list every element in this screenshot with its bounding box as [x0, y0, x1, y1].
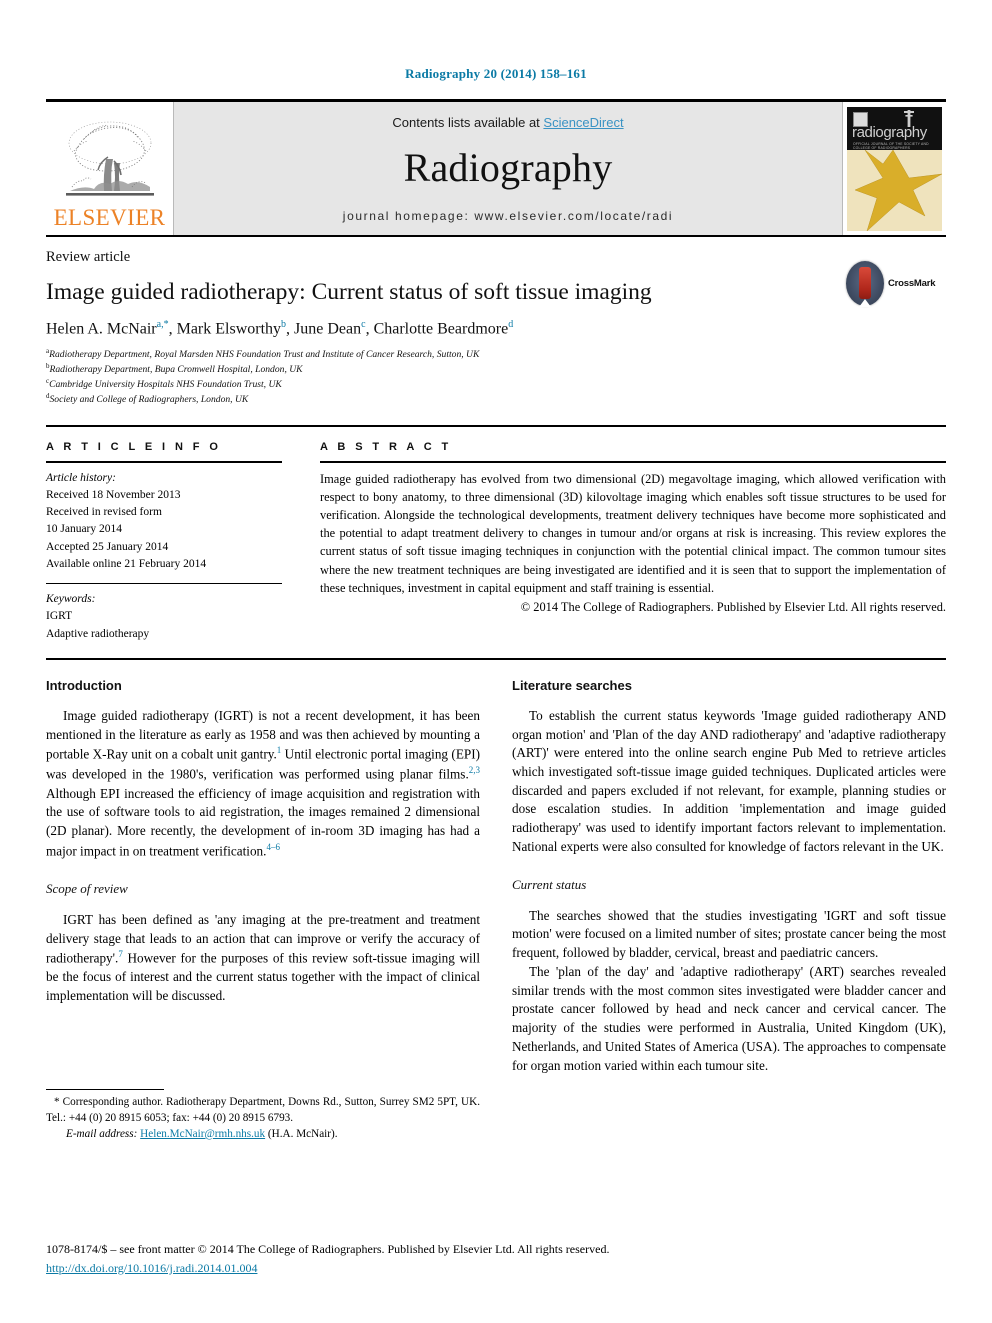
section-heading-scope-of-review: Scope of review [46, 880, 128, 896]
article-history-item: 10 January 2014 [46, 523, 123, 536]
article-history-item: Available online 21 February 2014 [46, 557, 207, 570]
section-heading-introduction: Introduction [46, 677, 122, 693]
affiliation-text: Society and College of Radiographers, Lo… [49, 393, 249, 405]
affiliation-text: Cambridge University Hospitals NHS Found… [49, 379, 282, 391]
divider [46, 460, 282, 463]
author-list: Helen A. McNaira,*, Mark Elsworthyb, Jun… [46, 319, 514, 338]
affiliation-item: cCambridge University Hospitals NHS Foun… [46, 377, 946, 392]
journal-title: Radiography [403, 144, 613, 190]
abstract-body: Image guided radiotherapy has evolved fr… [320, 471, 946, 595]
footnote-email-line: E-mail address: Helen.McNair@rmh.nhs.uk … [46, 1127, 480, 1143]
affiliation-text: Radiotherapy Department, Royal Marsden N… [49, 349, 480, 361]
journal-masthead: ELSEVIER Contents lists available at Sci… [46, 99, 946, 235]
body-column-right: Literature searches To establish the cur… [512, 678, 946, 1143]
paragraph: The 'plan of the day' and 'adaptive radi… [512, 963, 946, 1073]
crossmark-badge-group[interactable]: CrossMark [846, 259, 946, 307]
section-heading-current-status: Current status [512, 876, 587, 892]
paragraph: To establish the current status keywords… [512, 707, 946, 854]
article-info-column: A R T I C L E I N F O Article history: R… [46, 441, 282, 643]
journal-article-page: Radiography 20 (2014) 158–161 ELSEVIER C… [0, 0, 992, 1323]
paragraph-text: Although EPI increased the efficiency of… [46, 785, 480, 859]
footnote-corresponding-author: * Corresponding author. Radiotherapy Dep… [46, 1096, 480, 1124]
abstract-heading: A B S T R A C T [320, 440, 452, 453]
crossmark-inner-shape [859, 267, 871, 299]
author-name: Helen A. McNair [46, 320, 157, 338]
affiliation-item: bRadiotherapy Department, Bupa Cromwell … [46, 362, 946, 377]
author-name: June Dean [294, 320, 362, 338]
article-history-item: Received 18 November 2013 [46, 488, 181, 501]
article-body: Introduction Image guided radiotherapy (… [46, 657, 946, 1143]
contents-available-line: Contents lists available at ScienceDirec… [392, 115, 623, 130]
crossmark-icon [846, 260, 884, 306]
abstract-column: A B S T R A C T Image guided radiotherap… [320, 441, 946, 643]
corresponding-author-footnote: * Corresponding author. Radiotherapy Dep… [46, 1089, 480, 1143]
author-mark[interactable]: d [508, 319, 513, 330]
affiliation-item: dSociety and College of Radiographers, L… [46, 392, 946, 407]
body-column-left: Introduction Image guided radiotherapy (… [46, 678, 480, 1143]
paragraph: IGRT has been defined as 'any imaging at… [46, 911, 480, 1006]
running-head: Radiography 20 (2014) 158–161 [405, 66, 587, 81]
doi-link[interactable]: http://dx.doi.org/10.1016/j.radi.2014.01… [46, 1261, 257, 1275]
divider [46, 583, 282, 585]
author-mark[interactable]: c [361, 319, 365, 330]
author-mark[interactable]: a,* [157, 319, 169, 330]
page-footer: 1078-8174/$ – see front matter © 2014 Th… [46, 1241, 946, 1277]
section-heading-literature-searches: Literature searches [512, 677, 632, 693]
article-history-label: Article history: [46, 471, 116, 484]
author-name: Charlotte Beardmore [373, 320, 509, 338]
footnote-email-label: E-mail address: [66, 1127, 138, 1140]
elsevier-logo: ELSEVIER [46, 102, 174, 235]
contents-prefix: Contents lists available at [392, 114, 544, 130]
divider [320, 460, 946, 463]
author-mark[interactable]: b [281, 319, 286, 330]
affiliation-text: Radiotherapy Department, Bupa Cromwell H… [49, 364, 303, 376]
paragraph: Image guided radiotherapy (IGRT) is not … [46, 707, 480, 861]
keyword-item: Adaptive radiotherapy [46, 627, 150, 640]
page-title: Image guided radiotherapy: Current statu… [46, 279, 652, 305]
cover-title: radiography [852, 123, 927, 141]
keywords-label: Keywords: [46, 593, 96, 606]
article-header: CrossMark Review article Image guided ra… [46, 235, 946, 407]
journal-band: Contents lists available at ScienceDirec… [174, 102, 842, 235]
elsevier-tree-icon [65, 121, 154, 196]
journal-homepage[interactable]: journal homepage: www.elsevier.com/locat… [343, 209, 673, 223]
paragraph: The searches showed that the studies inv… [512, 907, 946, 961]
info-abstract-block: A R T I C L E I N F O Article history: R… [46, 424, 946, 643]
journal-cover-image: radiography OFFICIAL JOURNAL OF THE SOCI… [847, 106, 942, 231]
article-history-item: Received in revised form [46, 506, 162, 519]
sciencedirect-link[interactable]: ScienceDirect [543, 115, 623, 130]
affiliation-list: aRadiotherapy Department, Royal Marsden … [46, 347, 946, 406]
cover-star-graphic [847, 149, 942, 231]
footnote-divider [46, 1089, 164, 1091]
author-name: Mark Elsworthy [176, 320, 282, 338]
article-type-kicker: Review article [46, 249, 131, 265]
affiliation-item: aRadiotherapy Department, Royal Marsden … [46, 347, 946, 362]
footnote-email-link[interactable]: Helen.McNair@rmh.nhs.uk [140, 1128, 265, 1140]
article-history-item: Accepted 25 January 2014 [46, 540, 169, 553]
cover-subtitle: OFFICIAL JOURNAL OF THE SOCIETY AND COLL… [853, 141, 929, 150]
footnote-email-attrib: (H.A. McNair). [267, 1127, 338, 1140]
crossmark-label: CrossMark [888, 277, 936, 289]
front-matter-line: 1078-8174/$ – see front matter © 2014 Th… [46, 1242, 610, 1257]
keyword-item: IGRT [46, 610, 73, 623]
abstract-copyright: © 2014 The College of Radiographers. Pub… [520, 600, 946, 615]
elsevier-wordmark: ELSEVIER [53, 205, 166, 230]
journal-cover-thumbnail[interactable]: radiography OFFICIAL JOURNAL OF THE SOCI… [842, 102, 946, 235]
citation-ref[interactable]: 4–6 [266, 842, 280, 852]
article-info-heading: A R T I C L E I N F O [46, 440, 222, 453]
citation-ref[interactable]: 2,3 [469, 765, 480, 775]
